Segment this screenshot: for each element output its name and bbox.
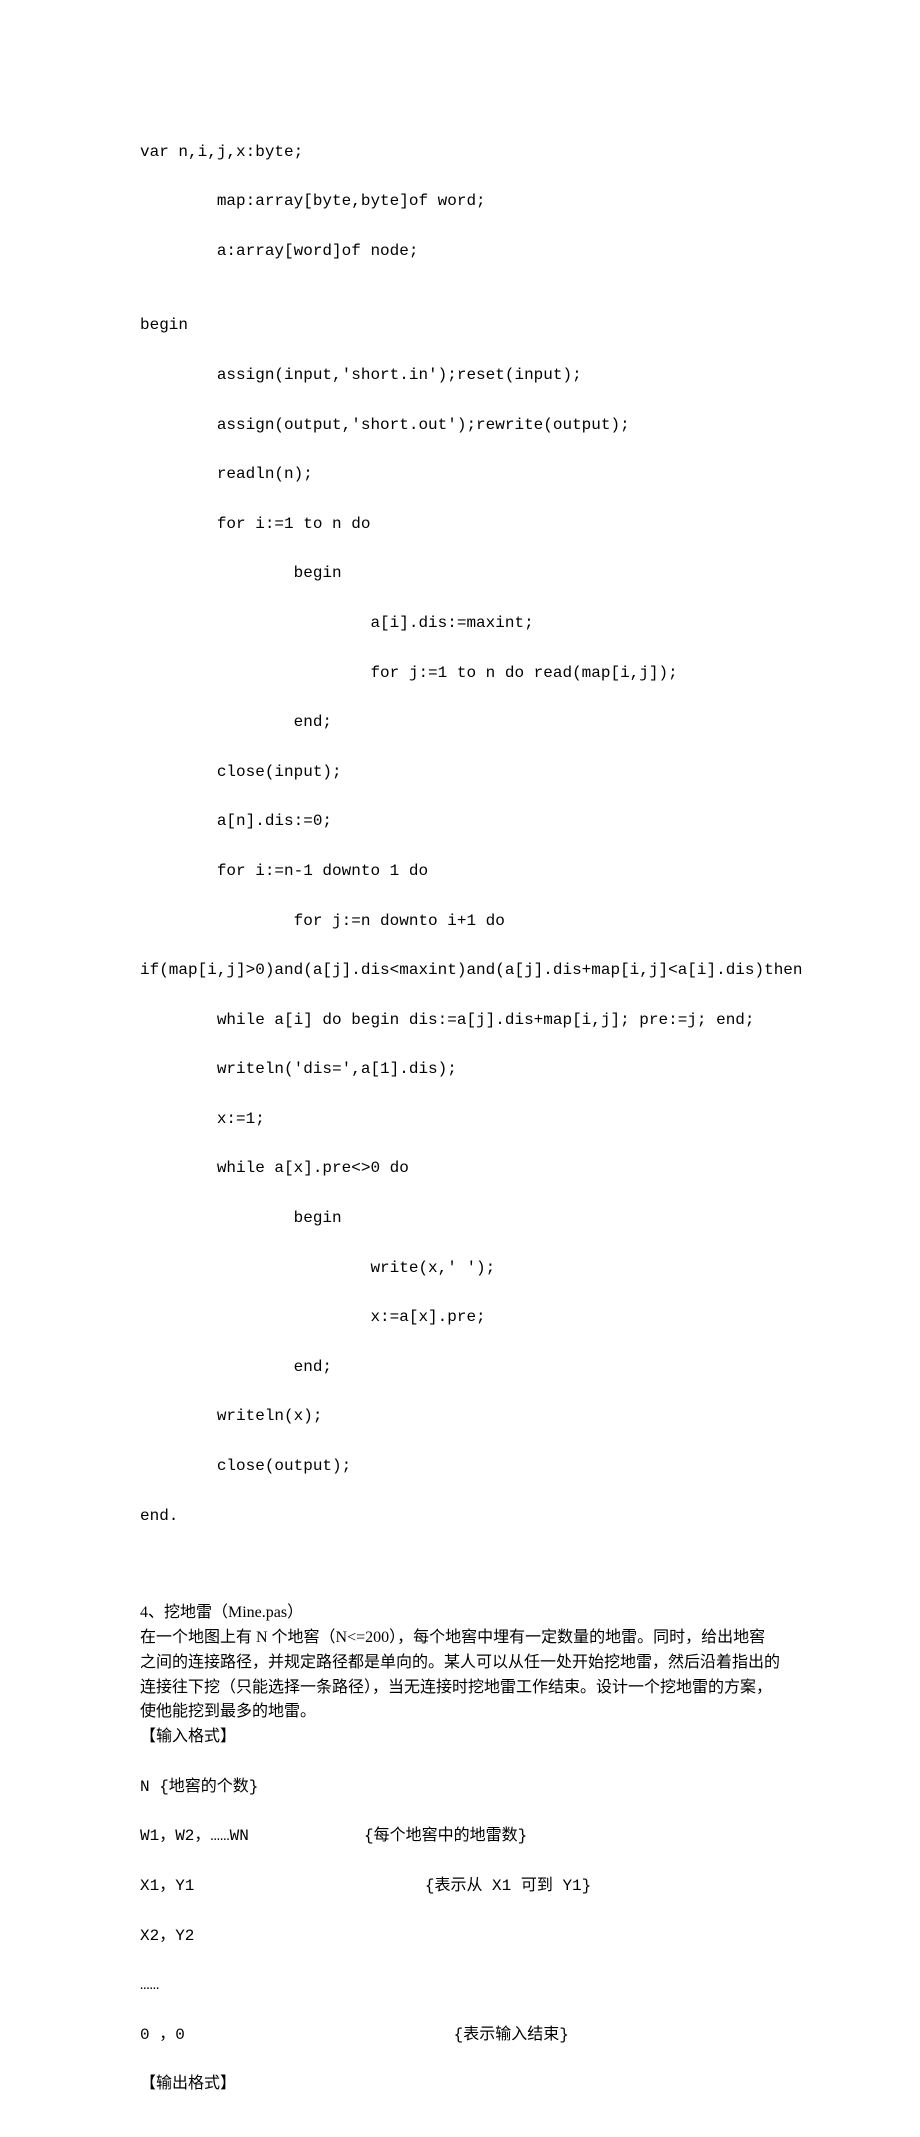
code-line: close(output); xyxy=(140,1454,780,1479)
output-format-header: 【输出格式】 xyxy=(140,2072,780,2097)
code-line: assign(input,'short.in');reset(input); xyxy=(140,363,780,388)
problem-section: 4、挖地雷（Mine.pas） 在一个地图上有 N 个地窖（N<=200），每个… xyxy=(140,1601,780,2097)
input-line: N {地窖的个数} xyxy=(140,1775,780,1800)
code-line: while a[i] do begin dis:=a[j].dis+map[i,… xyxy=(140,1008,780,1033)
code-line: x:=a[x].pre; xyxy=(140,1305,780,1330)
input-line: X1，Y1 {表示从 X1 可到 Y1} xyxy=(140,1874,780,1899)
code-line: x:=1; xyxy=(140,1107,780,1132)
spacer xyxy=(140,1553,780,1601)
problem-title: 4、挖地雷（Mine.pas） xyxy=(140,1601,780,1626)
input-format-block: N {地窖的个数} W1，W2，……WN {每个地窖中的地雷数} X1，Y1 {… xyxy=(140,1750,780,2072)
code-line: write(x,' '); xyxy=(140,1256,780,1281)
code-line: a[i].dis:=maxint; xyxy=(140,611,780,636)
code-line: for i:=n-1 downto 1 do xyxy=(140,859,780,884)
code-line: writeln(x); xyxy=(140,1404,780,1429)
code-line: writeln('dis=',a[1].dis); xyxy=(140,1057,780,1082)
problem-description: 在一个地图上有 N 个地窖（N<=200），每个地窖中埋有一定数量的地雷。同时，… xyxy=(140,1626,780,1725)
code-line: var n,i,j,x:byte; xyxy=(140,140,780,165)
code-line: readln(n); xyxy=(140,462,780,487)
code-block: var n,i,j,x:byte; map:array[byte,byte]of… xyxy=(140,115,780,1553)
code-line: for j:=1 to n do read(map[i,j]); xyxy=(140,661,780,686)
code-line: a[n].dis:=0; xyxy=(140,809,780,834)
code-line: end. xyxy=(140,1504,780,1529)
input-line: 0 ，0 {表示输入结束} xyxy=(140,2023,780,2048)
code-line: end; xyxy=(140,1355,780,1380)
code-line: for j:=n downto i+1 do xyxy=(140,909,780,934)
code-line: map:array[byte,byte]of word; xyxy=(140,189,780,214)
code-line: while a[x].pre<>0 do xyxy=(140,1156,780,1181)
code-line: begin xyxy=(140,313,780,338)
input-line: W1，W2，……WN {每个地窖中的地雷数} xyxy=(140,1824,780,1849)
code-line: end; xyxy=(140,710,780,735)
input-format-header: 【输入格式】 xyxy=(140,1725,780,1750)
code-line: begin xyxy=(140,561,780,586)
code-line: for i:=1 to n do xyxy=(140,512,780,537)
code-line: assign(output,'short.out');rewrite(outpu… xyxy=(140,413,780,438)
code-line: a:array[word]of node; xyxy=(140,239,780,264)
code-line: begin xyxy=(140,1206,780,1231)
code-line: if(map[i,j]>0)and(a[j].dis<maxint)and(a[… xyxy=(140,958,780,983)
input-line: …… xyxy=(140,1973,780,1998)
code-line: close(input); xyxy=(140,760,780,785)
input-line: X2，Y2 xyxy=(140,1924,780,1949)
document-page: var n,i,j,x:byte; map:array[byte,byte]of… xyxy=(0,0,920,2137)
